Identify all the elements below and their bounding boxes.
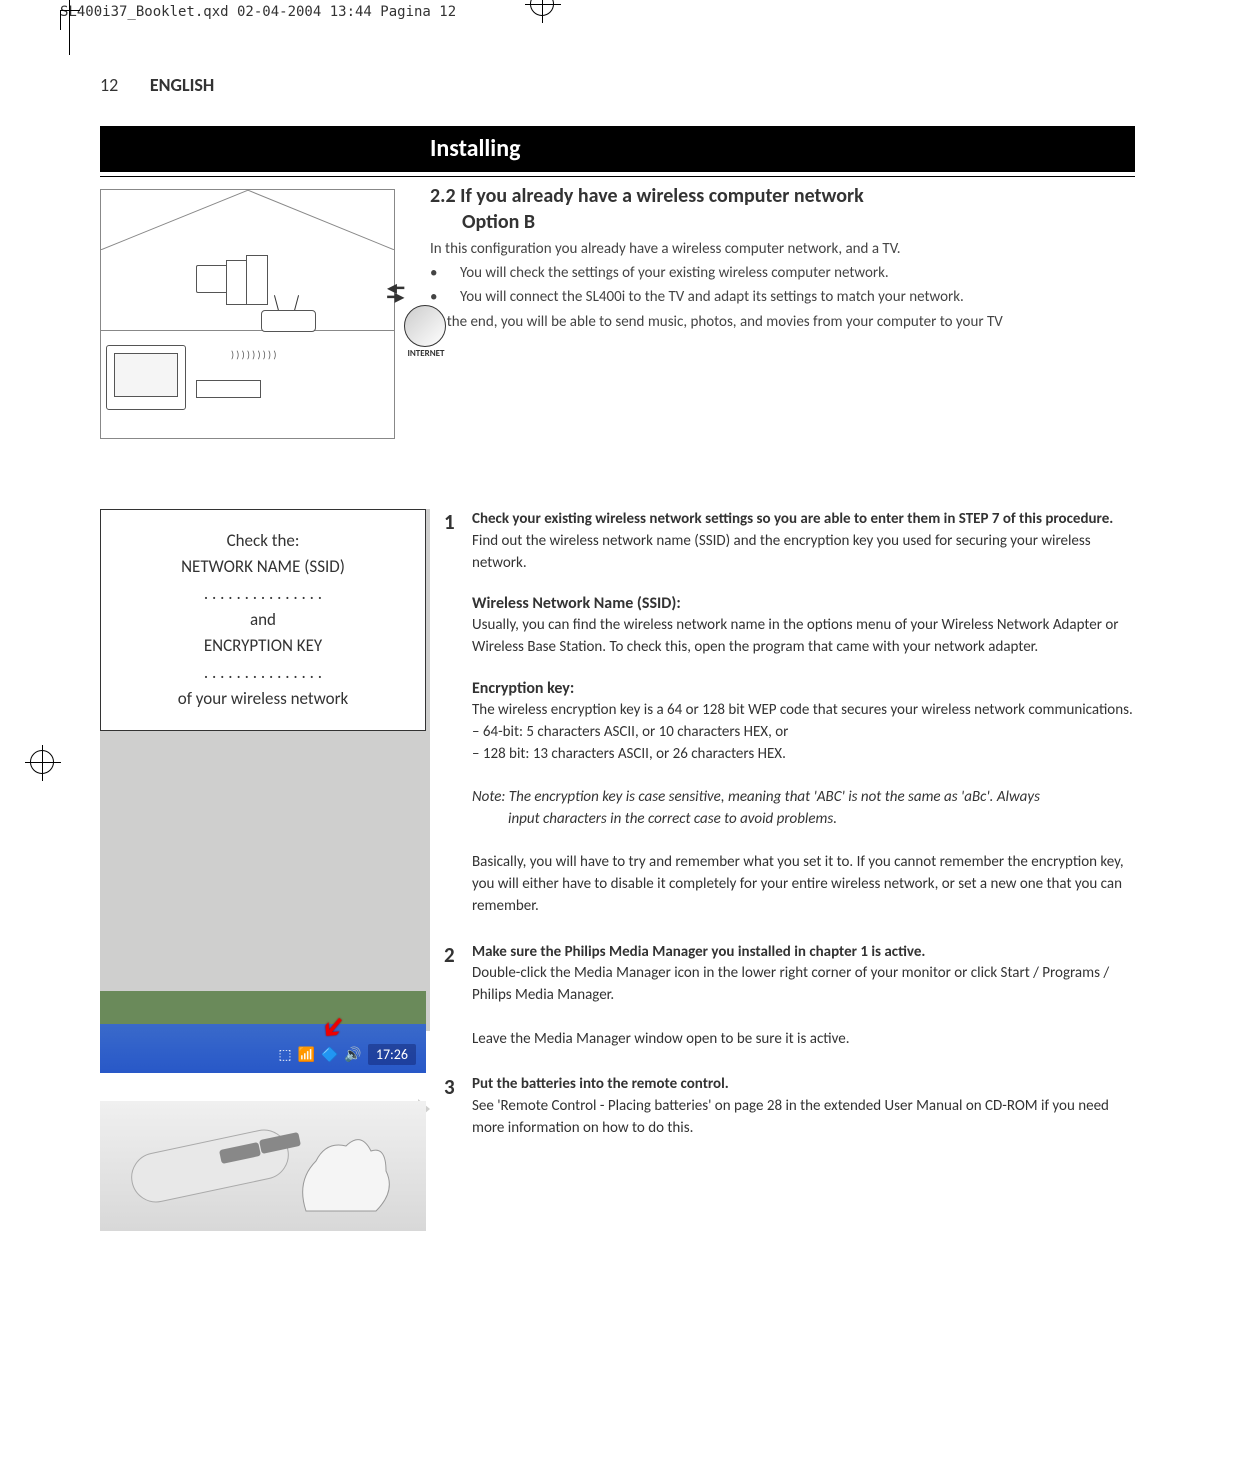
step-1-body: Check your existing wireless network set… — [472, 509, 1135, 918]
step-2-number: 2 — [444, 942, 472, 1051]
globe-icon — [404, 305, 446, 347]
step-2-body: Make sure the Philips Media Manager you … — [472, 942, 1135, 1051]
step-1-number: 1 — [444, 509, 472, 918]
ssid-box: Check the: NETWORK NAME (SSID) . . . . .… — [100, 509, 426, 731]
crop-mark-icon — [60, 10, 80, 30]
registration-mark-left-icon — [30, 750, 54, 774]
volume-icon: 🔊 — [344, 1046, 361, 1063]
step-3-body: Put the batteries into the remote contro… — [472, 1074, 1135, 1139]
internet-label: INTERNET — [396, 348, 456, 359]
intro-text: In this configuration you already have a… — [430, 239, 1135, 261]
tray-icon: ⬚ — [278, 1046, 291, 1063]
print-header: SL400i37_Booklet.qxd 02-04-2004 13:44 Pa… — [0, 0, 1240, 24]
section-title-bar: Installing — [100, 126, 1135, 172]
step-3-number: 3 — [444, 1074, 472, 1139]
remote-batteries-image — [100, 1101, 426, 1231]
signal-icon: 📶 — [298, 1046, 315, 1063]
red-arrow-icon: ➔ — [311, 1006, 356, 1049]
registration-mark-top-icon — [530, 0, 554, 16]
outro-text: At the end, you will be able to send mus… — [430, 312, 1135, 334]
crop-line — [69, 0, 70, 55]
system-tray-screenshot: ➔ ⬚ 📶 🔷 🔊 17:26 — [100, 991, 426, 1073]
language-label: ENGLISH — [150, 74, 214, 96]
media-manager-icon: 🔷 — [321, 1046, 338, 1063]
page-number: 12 — [100, 74, 118, 96]
bullet-1: •You will check the settings of your exi… — [430, 263, 1135, 285]
section-heading: 2.2 If you already have a wireless compu… — [430, 183, 1135, 235]
arrows-icon: ◀━━▶ — [388, 285, 404, 303]
tray-clock: 17:26 — [368, 1044, 416, 1065]
bullet-2: •You will connect the SL400i to the TV a… — [430, 287, 1135, 309]
network-diagram: ) ) ) ) ) ) ) ) ) ◀━━▶ INTERNET — [100, 189, 395, 439]
